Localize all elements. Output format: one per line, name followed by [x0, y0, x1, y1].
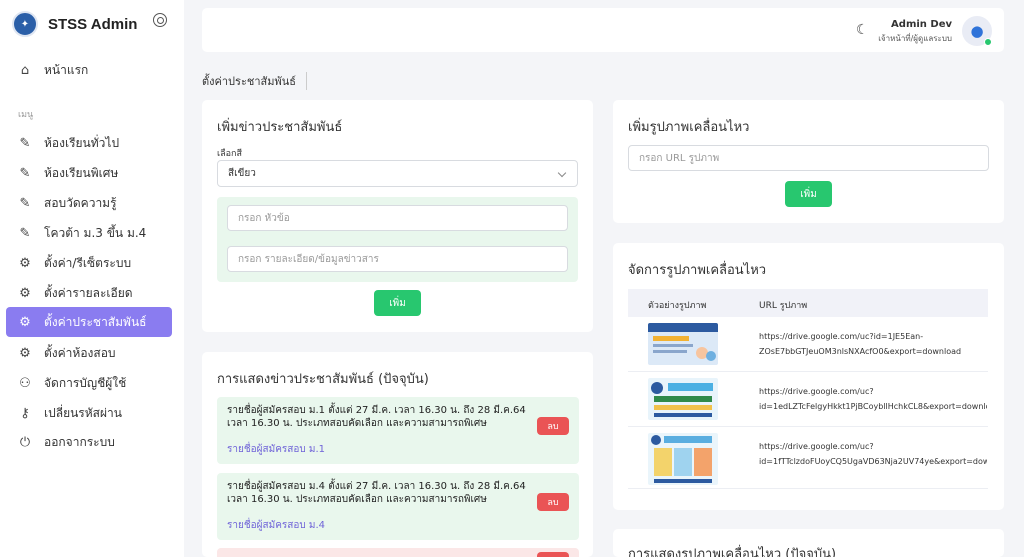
table-header: ตัวอย่างรูปภาพ URL รูปภาพ [628, 289, 988, 317]
col-url: URL รูปภาพ [759, 301, 808, 311]
image-url: ZOsE7bbGTJeuOM3nlsNXAcfO0&export=downloa… [759, 347, 962, 356]
sidebar-item-reset-system[interactable]: ⚙ ตั้งค่า/รีเซ็ตระบบ [6, 248, 172, 278]
add-news-title: เพิ่มข่าวประชาสัมพันธ์ [217, 120, 343, 135]
news-text: รายชื่อผู้สมัครสอบ ม.4 ตั้งแต่ 27 มี.ค. … [227, 481, 526, 505]
users-icon: ⚇ [19, 375, 31, 391]
image-url: https://drive.google.com/uc? [759, 387, 874, 396]
image-url: id=1edLZTcFelgyHkkt1PjBCoybllHchkCL8&exp… [759, 402, 987, 411]
sidebar-item-label: ห้องเรียนทั่วไป [44, 135, 120, 150]
news-link[interactable]: รายชื่อผู้สมัครสอบ ม.4 [227, 518, 325, 533]
pencil-icon: ✎ [19, 195, 31, 211]
sidebar-item-knowledge-test[interactable]: ✎ สอบวัดความรู้ [6, 188, 172, 218]
sidebar-section-header: เมนู [18, 110, 34, 120]
headline-input[interactable]: กรอก หัวข้อ [227, 205, 568, 231]
color-label: เลือกสี [217, 149, 242, 159]
gear-icon: ⚙ [19, 314, 31, 330]
power-icon: ⏻ [19, 434, 31, 450]
sidebar-item-general-class[interactable]: ✎ ห้องเรียนทั่วไป [6, 128, 172, 158]
sidebar: ✦ STSS Admin ⌂ หน้าแรก เมนู ✎ ห้องเรียนท… [0, 0, 184, 557]
slide-thumbnail [648, 323, 718, 365]
pencil-icon: ✎ [19, 225, 31, 241]
add-slide-title: เพิ่มรูปภาพเคลื่อนไหว [628, 120, 750, 135]
manage-slides-title: จัดการรูปภาพเคลื่อนไหว [628, 263, 767, 278]
delete-button[interactable]: ลบ [537, 493, 569, 511]
sidebar-item-exam-room-settings[interactable]: ⚙ ตั้งค่าห้องสอบ [6, 338, 172, 368]
news-item: ลบ [217, 548, 579, 557]
gear-icon: ⚙ [19, 285, 31, 301]
sidebar-item-change-password[interactable]: ⚷ เปลี่ยนรหัสผ่าน [6, 398, 172, 428]
image-url: id=1fTTclzdoFUoyCQ5UgaVD63Nja2UV74ye&exp… [759, 457, 987, 466]
col-preview: ตัวอย่างรูปภาพ [648, 301, 707, 311]
online-status-dot [984, 38, 992, 46]
sidebar-item-label: ตั้งค่าห้องสอบ [44, 345, 116, 360]
sidebar-item-label: ห้องเรียนพิเศษ [44, 165, 119, 180]
manage-slides-card: จัดการรูปภาพเคลื่อนไหว ตัวอย่างรูปภาพ UR… [613, 243, 1004, 510]
moon-icon[interactable]: ☾ [856, 22, 869, 38]
add-slide-button[interactable]: เพิ่ม [785, 181, 832, 207]
sidebar-item-label: หน้าแรก [44, 62, 89, 77]
user-name: Admin Dev [891, 19, 952, 30]
current-slides-title: การแสดงรูปภาพเคลื่อนไหว (ปัจจุบัน) [628, 547, 837, 557]
table-row: https://drive.google.com/uc? id=1edLZTcF… [628, 372, 988, 427]
image-url: https://drive.google.com/uc?id=1JE5Ean- [759, 332, 924, 341]
user-avatar-icon: ● [970, 22, 984, 40]
slide-thumbnail [648, 378, 718, 420]
add-slide-card: เพิ่มรูปภาพเคลื่อนไหว กรอก URL รูปภาพ เพ… [613, 100, 1004, 223]
add-news-card: เพิ่มข่าวประชาสัมพันธ์ เลือกสี สีเขียว ก… [202, 100, 593, 332]
sidebar-item-home[interactable]: ⌂ หน้าแรก [6, 55, 172, 85]
add-news-button[interactable]: เพิ่ม [374, 290, 421, 316]
delete-button[interactable]: ลบ [537, 552, 569, 557]
current-slides-card: การแสดงรูปภาพเคลื่อนไหว (ปัจจุบัน) [613, 529, 1004, 557]
topbar: ☾ Admin Dev เจ้าหน้าที่/ผู้ดูแลระบบ ● [202, 8, 1004, 52]
current-news-title: การแสดงข่าวประชาสัมพันธ์ (ปัจจุบัน) [217, 372, 429, 387]
detail-input[interactable]: กรอก รายละเอียด/ข้อมูลข่าวสาร [227, 246, 568, 272]
sidebar-item-pr-settings[interactable]: ⚙ ตั้งค่าประชาสัมพันธ์ [6, 307, 172, 337]
slide-preview-image [648, 433, 718, 485]
sidebar-item-quota[interactable]: ✎ โควต้า ม.3 ขึ้น ม.4 [6, 218, 172, 248]
sidebar-item-logout[interactable]: ⏻ ออกจากระบบ [6, 427, 172, 457]
sidebar-item-user-accounts[interactable]: ⚇ จัดการบัญชีผู้ใช้ [6, 368, 172, 398]
sidebar-item-label: ตั้งค่าประชาสัมพันธ์ [44, 314, 147, 329]
image-url: https://drive.google.com/uc? [759, 442, 874, 451]
key-icon: ⚷ [20, 405, 30, 421]
sidebar-item-label: โควต้า ม.3 ขึ้น ม.4 [44, 225, 147, 240]
sidebar-item-label: เปลี่ยนรหัสผ่าน [44, 405, 122, 420]
sidebar-toggle-icon[interactable] [153, 13, 167, 27]
home-icon: ⌂ [20, 62, 30, 78]
sidebar-item-special-class[interactable]: ✎ ห้องเรียนพิเศษ [6, 158, 172, 188]
sidebar-item-label: ออกจากระบบ [44, 434, 115, 449]
gear-icon: ⚙ [19, 255, 31, 271]
table-row: https://drive.google.com/uc? id=1fTTclzd… [628, 427, 988, 489]
gear-icon: ⚙ [19, 345, 31, 361]
brand[interactable]: ✦ STSS Admin [12, 10, 137, 38]
color-select-value: สีเขียว [228, 168, 256, 179]
school-logo-icon: ✦ [12, 11, 38, 37]
slide-preview-image [648, 378, 718, 420]
slide-thumbnail [648, 433, 718, 485]
breadcrumb: ตั้งค่าประชาสัมพันธ์ [202, 72, 307, 90]
sidebar-item-label: ตั้งค่า/รีเซ็ตระบบ [44, 255, 132, 270]
pencil-icon: ✎ [19, 135, 31, 151]
sidebar-item-label: สอบวัดความรู้ [44, 195, 117, 210]
pencil-icon: ✎ [19, 165, 31, 181]
delete-button[interactable]: ลบ [537, 417, 569, 435]
sidebar-item-label: ตั้งค่ารายละเอียด [44, 285, 133, 300]
table-row: https://drive.google.com/uc?id=1JE5Ean- … [628, 317, 988, 372]
brand-title: STSS Admin [48, 15, 138, 33]
color-select[interactable]: สีเขียว [217, 160, 578, 187]
news-item: รายชื่อผู้สมัครสอบ ม.1 ตั้งแต่ 27 มี.ค. … [217, 397, 579, 464]
news-text: รายชื่อผู้สมัครสอบ ม.1 ตั้งแต่ 27 มี.ค. … [227, 405, 526, 429]
slide-preview-image [648, 323, 718, 365]
sidebar-item-detail-settings[interactable]: ⚙ ตั้งค่ารายละเอียด [6, 278, 172, 308]
news-link[interactable]: รายชื่อผู้สมัครสอบ ม.1 [227, 442, 325, 457]
current-news-card: การแสดงข่าวประชาสัมพันธ์ (ปัจจุบัน) รายช… [202, 352, 593, 557]
image-url-input[interactable]: กรอก URL รูปภาพ [628, 145, 989, 171]
sidebar-item-label: จัดการบัญชีผู้ใช้ [44, 375, 127, 390]
user-role: เจ้าหน้าที่/ผู้ดูแลระบบ [878, 34, 952, 43]
news-item: รายชื่อผู้สมัครสอบ ม.4 ตั้งแต่ 27 มี.ค. … [217, 473, 579, 540]
